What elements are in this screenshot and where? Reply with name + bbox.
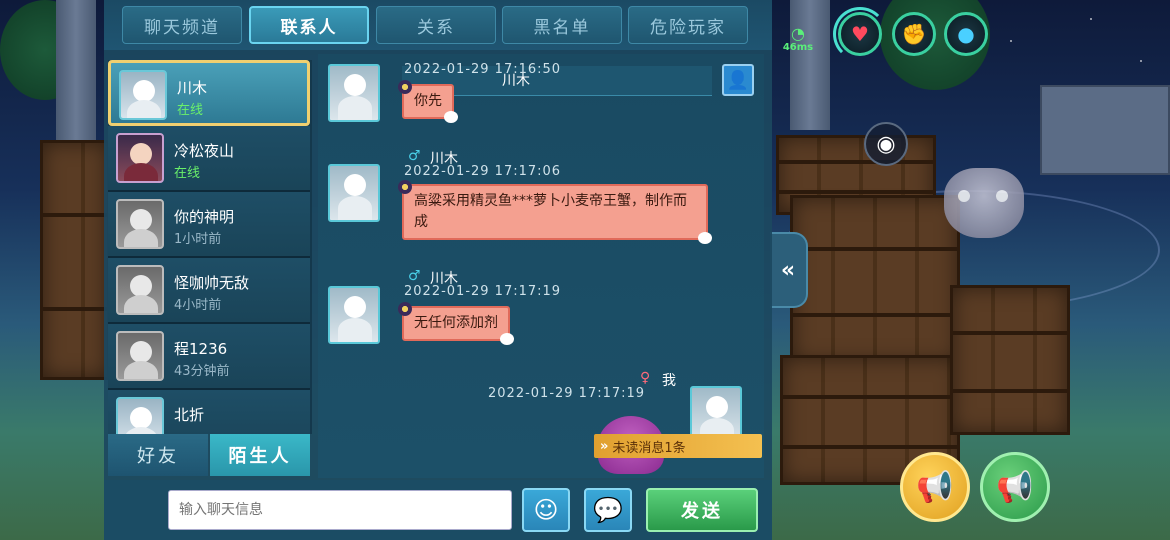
collapse-panel-button[interactable]: «: [770, 232, 808, 308]
latency-label: 46ms: [782, 42, 814, 53]
send-button[interactable]: 发送: [646, 488, 758, 532]
emoji-button[interactable]: ☺: [522, 488, 570, 532]
contact-item[interactable]: 北折: [108, 390, 310, 434]
panel-tabs: 聊天频道 联系人 关系 黑名单 危险玩家: [104, 0, 772, 50]
network-signal: ◔ 46ms: [780, 24, 816, 54]
double-chevron-left-icon: «: [780, 257, 796, 283]
avatar[interactable]: [328, 286, 380, 344]
message-time: 2022-01-29 17:17:19: [488, 386, 646, 401]
tab-blacklist[interactable]: 黑名单: [502, 6, 622, 44]
avatar[interactable]: [328, 64, 380, 122]
contact-item[interactable]: 冷松夜山 在线: [108, 126, 310, 192]
message-list[interactable]: 川木 👤 2022-01-29 17:16:50 你先 ♂ 川木 2022-01…: [318, 54, 764, 478]
chat-input-bar: ☺ 💬 发送: [104, 480, 772, 540]
gold-megaphone-icon: 📢: [916, 469, 954, 505]
muscle-arm-icon[interactable]: ✊: [892, 12, 936, 56]
pet-creature: [944, 168, 1024, 238]
green-megaphone-icon: 📢: [996, 469, 1034, 505]
contact-subtabs: 好友 陌生人: [108, 434, 312, 476]
contact-item[interactable]: 怪咖帅无敌 4小时前: [108, 258, 310, 324]
contact-name: 北折: [174, 406, 205, 424]
message-bubble[interactable]: 你先: [398, 80, 458, 123]
avatar: [116, 199, 164, 249]
chat-input[interactable]: [168, 490, 512, 530]
double-chevron-down-icon: »: [600, 438, 609, 454]
tab-friends[interactable]: 好友: [108, 434, 208, 476]
tab-contacts[interactable]: 联系人: [249, 6, 369, 44]
contact-status: 4小时前: [174, 298, 222, 313]
avatar: [116, 331, 164, 381]
heart-icon[interactable]: ♥: [833, 7, 887, 61]
contact-status: 1小时前: [174, 232, 222, 247]
social-panel: 聊天频道 联系人 关系 黑名单 危险玩家 川木 在线 冷松夜山 在线 你的神明 …: [104, 0, 772, 540]
quick-chat-button[interactable]: 💬: [584, 488, 632, 532]
contact-name: 冷松夜山: [174, 142, 235, 160]
contact-item[interactable]: 程1236 43分钟前: [108, 324, 310, 390]
contact-name: 怪咖帅无敌: [174, 274, 250, 292]
contact-name: 川木: [177, 79, 208, 97]
speech-bubble-icon: 💬: [593, 496, 623, 524]
smiley-icon: ☺: [533, 496, 559, 524]
message-bubble[interactable]: 无任何添加剂: [398, 302, 514, 345]
avatar: [116, 397, 164, 434]
tab-strangers[interactable]: 陌生人: [210, 434, 310, 476]
contact-status: 在线: [174, 166, 201, 181]
tab-dangerous-players[interactable]: 危险玩家: [628, 6, 748, 44]
contact-item[interactable]: 你的神明 1小时前: [108, 192, 310, 258]
green-megaphone-button[interactable]: 📢: [980, 452, 1050, 522]
contact-status: 在线: [177, 103, 204, 118]
eye-icon[interactable]: ◉: [864, 122, 908, 166]
contact-status: 43分钟前: [174, 364, 230, 379]
water-drop-icon[interactable]: ●: [944, 12, 988, 56]
avatar: [116, 265, 164, 315]
unread-label: 未读消息1条: [612, 440, 686, 456]
male-icon: ♂: [408, 148, 421, 164]
message-time: 2022-01-29 17:17:06: [404, 164, 562, 179]
message-time: 2022-01-29 17:16:50: [404, 62, 562, 77]
tab-relations[interactable]: 关系: [376, 6, 496, 44]
avatar: [116, 133, 164, 183]
wifi-icon: ◔: [791, 24, 805, 43]
gold-megaphone-button[interactable]: 📢: [900, 452, 970, 522]
male-icon: ♂: [408, 268, 421, 284]
avatar[interactable]: [328, 164, 380, 222]
female-icon: ♀: [640, 370, 651, 386]
message-bubble[interactable]: 高粱采用精灵鱼***萝卜小麦帝王蟹，制作而成: [398, 180, 712, 244]
contact-list: 川木 在线 冷松夜山 在线 你的神明 1小时前 怪咖帅无敌 4小时前 程1236…: [108, 60, 312, 434]
message-time: 2022-01-29 17:17:19: [404, 284, 562, 299]
contact-name: 程1236: [174, 340, 228, 358]
contact-name: 你的神明: [174, 208, 235, 226]
profile-button[interactable]: 👤: [722, 64, 754, 96]
avatar: [119, 70, 167, 120]
message-sender: 我: [662, 373, 676, 389]
person-icon: 👤: [726, 69, 750, 91]
tab-chat-channel[interactable]: 聊天频道: [122, 6, 242, 44]
contact-item[interactable]: 川木 在线: [108, 60, 310, 126]
unread-notice[interactable]: » 未读消息1条: [594, 434, 762, 458]
